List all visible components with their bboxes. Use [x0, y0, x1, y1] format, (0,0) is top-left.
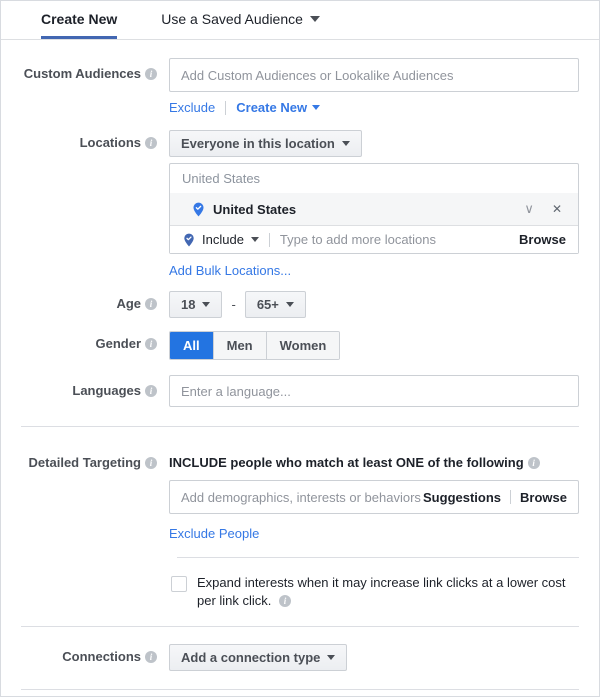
info-icon[interactable]: i [145, 68, 157, 80]
map-pin-icon [182, 233, 196, 247]
suggestions-link[interactable]: Suggestions [423, 490, 501, 505]
divider [510, 490, 511, 504]
include-dropdown-label: Include [202, 232, 244, 247]
add-bulk-locations-link[interactable]: Add Bulk Locations... [169, 263, 291, 278]
chevron-down-icon [342, 141, 350, 146]
location-search-display: United States [170, 164, 578, 193]
languages-label: Languagesi [1, 375, 169, 398]
gender-segmented-control: All Men Women [169, 331, 340, 360]
targeting-input-wrap: Suggestions Browse [169, 480, 579, 514]
age-label: Agei [1, 291, 169, 311]
connections-label: Connectionsi [1, 644, 169, 664]
section-divider [21, 426, 579, 427]
info-icon[interactable]: i [145, 457, 157, 469]
languages-row: Languagesi [1, 375, 579, 407]
exclude-people-link[interactable]: Exclude People [169, 526, 259, 541]
include-statement: INCLUDE people who match at least ONE of… [169, 447, 579, 470]
detailed-targeting-label: Detailed Targetingi [1, 447, 169, 470]
expand-interests-checkbox[interactable] [171, 576, 187, 592]
browse-locations-link[interactable]: Browse [519, 232, 566, 247]
include-dropdown[interactable] [251, 237, 259, 242]
info-icon[interactable]: i [528, 457, 540, 469]
audience-tabbar: Create New Use a Saved Audience [1, 1, 599, 40]
chevron-down-icon [310, 16, 320, 22]
custom-audiences-row: Custom Audiencesi Exclude Create New [1, 58, 579, 115]
map-pin-icon [191, 202, 206, 217]
chevron-down-icon [312, 105, 320, 110]
age-max-dropdown[interactable]: 65+ [245, 291, 306, 318]
divider [225, 101, 226, 115]
section-divider [21, 689, 579, 690]
divider [269, 233, 270, 247]
chevron-down-icon [202, 302, 210, 307]
info-icon[interactable]: i [145, 338, 157, 350]
gender-row: Genderi All Men Women [1, 331, 579, 360]
remove-location-icon[interactable]: ✕ [550, 202, 564, 216]
age-row: Agei 18 - 65+ [1, 291, 579, 318]
locations-label: Locationsi [1, 130, 169, 150]
info-icon[interactable]: i [145, 298, 157, 310]
exclude-link[interactable]: Exclude [169, 100, 215, 115]
info-icon[interactable]: i [279, 595, 291, 607]
age-range-separator: - [231, 297, 235, 312]
section-divider [21, 626, 579, 627]
selected-location-name: United States [213, 202, 296, 217]
gender-option-all[interactable]: All [170, 332, 213, 359]
expand-location-chevron-icon[interactable]: ∨ [520, 201, 538, 217]
subsection-divider [177, 557, 579, 558]
location-mode-dropdown[interactable]: Everyone in this location [169, 130, 362, 157]
expand-interests-text: Expand interests when it may increase li… [197, 574, 579, 610]
custom-audiences-input[interactable] [169, 58, 579, 92]
detailed-targeting-row: Detailed Targetingi INCLUDE people who m… [1, 447, 579, 541]
audience-editor-panel: Create New Use a Saved Audience Custom A… [0, 0, 600, 697]
create-new-link[interactable]: Create New [236, 100, 307, 115]
info-icon[interactable]: i [145, 651, 157, 663]
custom-audiences-label: Custom Audiencesi [1, 58, 169, 81]
expand-interests-row: Expand interests when it may increase li… [1, 574, 579, 610]
tab-saved-audience[interactable]: Use a Saved Audience [161, 11, 320, 39]
tab-create-new[interactable]: Create New [41, 11, 117, 39]
connections-row: Connectionsi Add a connection type [1, 644, 579, 671]
location-search-input[interactable] [280, 232, 519, 247]
info-icon[interactable]: i [145, 385, 157, 397]
locations-row: Locationsi Everyone in this location Uni… [1, 130, 579, 278]
tab-create-new-label: Create New [41, 11, 117, 27]
gender-option-women[interactable]: Women [266, 332, 340, 359]
chevron-down-icon [327, 655, 335, 660]
gender-option-men[interactable]: Men [213, 332, 266, 359]
connection-type-dropdown[interactable]: Add a connection type [169, 644, 347, 671]
audience-form: Custom Audiencesi Exclude Create New Loc… [1, 40, 599, 697]
info-icon[interactable]: i [145, 137, 157, 149]
age-min-dropdown[interactable]: 18 [169, 291, 222, 318]
custom-audiences-links: Exclude Create New [169, 100, 579, 115]
selected-location-row[interactable]: United States ∨ ✕ [170, 193, 578, 225]
targeting-input[interactable] [181, 490, 423, 505]
language-input[interactable] [169, 375, 579, 407]
gender-label: Genderi [1, 331, 169, 351]
location-box: United States United States ∨ ✕ [169, 163, 579, 254]
location-include-row: Include Browse [170, 225, 578, 253]
browse-targeting-link[interactable]: Browse [520, 490, 567, 505]
chevron-down-icon [286, 302, 294, 307]
tab-saved-audience-label: Use a Saved Audience [161, 11, 303, 27]
